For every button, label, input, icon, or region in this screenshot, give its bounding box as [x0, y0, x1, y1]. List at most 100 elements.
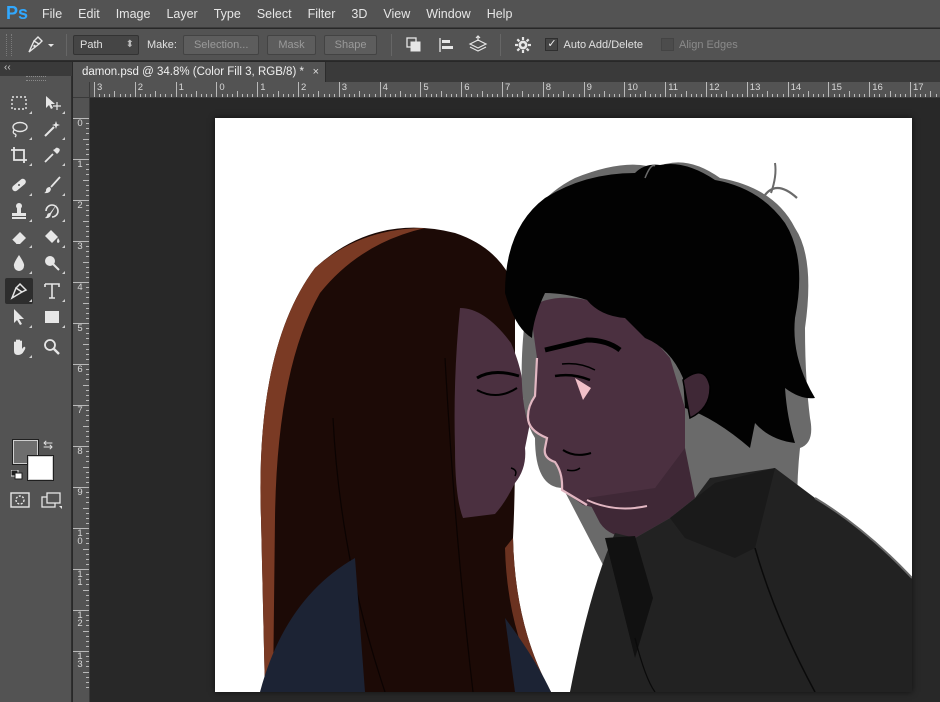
ruler-minor-tick — [86, 358, 89, 360]
ruler-minor-tick — [823, 94, 825, 97]
zoom-tool[interactable] — [38, 334, 66, 360]
document-canvas[interactable] — [215, 118, 912, 692]
rectangular-marquee-tool[interactable] — [5, 90, 33, 116]
make-shape-button[interactable]: Shape — [323, 34, 378, 55]
align-edges-checkbox[interactable] — [661, 38, 674, 51]
path-operations-button[interactable] — [402, 33, 426, 57]
ruler-minor-tick — [86, 661, 89, 663]
ruler-minor-tick — [481, 91, 483, 97]
menu-3d[interactable]: 3D — [343, 0, 375, 28]
move-tool[interactable] — [38, 90, 66, 116]
ruler-label: 6 — [77, 364, 83, 375]
ruler-minor-tick — [532, 94, 534, 97]
ruler-minor-tick — [721, 94, 723, 97]
crop-tool[interactable] — [5, 142, 33, 168]
magic-wand-tool[interactable] — [38, 116, 66, 142]
document-tab[interactable]: damon.psd @ 34.8% (Color Fill 3, RGB/8) … — [73, 62, 326, 82]
blur-tool[interactable] — [5, 250, 33, 276]
path-selection-tool[interactable] — [5, 304, 33, 330]
lasso-tool[interactable] — [5, 116, 33, 142]
ruler-minor-tick — [935, 94, 937, 97]
ruler-minor-tick — [930, 91, 932, 97]
ruler-minor-tick — [797, 94, 799, 97]
dodge-tool[interactable] — [38, 250, 66, 276]
tool-preset-picker[interactable] — [20, 33, 60, 57]
ruler-label: 9 — [586, 82, 592, 93]
make-mask-button[interactable]: Mask — [267, 34, 316, 55]
ruler-minor-tick — [86, 369, 89, 371]
ruler-minor-tick — [86, 579, 89, 581]
screen-mode-icon[interactable] — [41, 492, 63, 510]
ruler-minor-tick — [838, 94, 840, 97]
rectangle-tool-icon — [45, 311, 59, 323]
hand-tool[interactable] — [5, 334, 33, 360]
ruler-origin[interactable] — [73, 82, 90, 98]
menu-layer[interactable]: Layer — [158, 0, 205, 28]
quick-mask-icon[interactable] — [10, 492, 30, 508]
ruler-minor-tick — [190, 94, 192, 97]
ruler-label: 3 — [77, 241, 83, 252]
ruler-minor-tick — [711, 94, 713, 97]
pen-mode-select[interactable]: Path — [73, 34, 139, 55]
ruler-minor-tick — [547, 94, 549, 97]
menu-file[interactable]: File — [34, 0, 70, 28]
pen-tool[interactable] — [5, 278, 33, 304]
swap-colors-icon[interactable]: ⇆ — [43, 438, 53, 452]
ruler-minor-tick — [86, 297, 89, 299]
menu-edit[interactable]: Edit — [70, 0, 108, 28]
ruler-minor-tick — [86, 287, 89, 289]
ruler-major-tick — [583, 82, 585, 97]
type-tool[interactable] — [38, 278, 66, 304]
menu-image[interactable]: Image — [108, 0, 159, 28]
ruler-minor-tick — [634, 94, 636, 97]
ruler-minor-tick — [359, 91, 361, 97]
path-arrangement-button[interactable] — [466, 33, 490, 57]
paint-bucket-tool[interactable] — [38, 224, 66, 250]
options-separator — [391, 33, 393, 56]
eyedropper-tool[interactable] — [38, 142, 66, 168]
ruler-minor-tick — [86, 502, 89, 504]
ruler-minor-tick — [568, 94, 570, 97]
menu-view[interactable]: View — [375, 0, 418, 28]
path-alignment-button[interactable] — [434, 33, 458, 57]
ruler-minor-tick — [86, 476, 89, 478]
rectangle-tool[interactable] — [38, 304, 66, 330]
menu-select[interactable]: Select — [249, 0, 300, 28]
ruler-minor-tick — [639, 94, 641, 97]
collapse-toolbar-icon[interactable]: ‹‹ — [4, 62, 11, 73]
auto-add-delete-checkbox[interactable]: ✓ — [545, 38, 559, 51]
ruler-minor-tick — [777, 94, 779, 97]
ruler-minor-tick — [655, 94, 656, 97]
menu-type[interactable]: Type — [206, 0, 249, 28]
make-selection-button[interactable]: Selection... — [182, 34, 260, 55]
ruler-major-tick — [624, 82, 626, 97]
ruler-minor-tick — [185, 94, 187, 97]
ruler-minor-tick — [86, 451, 89, 453]
move-tool-icon — [46, 96, 61, 110]
ruler-minor-tick — [680, 94, 682, 97]
history-brush-tool[interactable] — [38, 198, 66, 224]
background-color-swatch[interactable] — [27, 455, 54, 481]
menu-help[interactable]: Help — [479, 0, 521, 28]
options-bar-grip[interactable] — [6, 33, 12, 56]
ruler-minor-tick — [86, 656, 89, 658]
ruler-label: 1 1 — [77, 569, 83, 588]
ruler-minor-tick — [86, 440, 89, 442]
spot-healing-brush-tool[interactable] — [5, 172, 33, 198]
toolbar-grip[interactable] — [26, 76, 46, 81]
default-colors-icon[interactable] — [11, 470, 23, 480]
geometry-options-button[interactable] — [511, 33, 535, 57]
clone-stamp-tool[interactable] — [5, 198, 33, 224]
vertical-ruler[interactable]: 0 1 2 3 4 5 6 7 8 9 1 0 1 1 1 2 1 3 — [73, 98, 90, 702]
brush-tool[interactable] — [38, 172, 66, 198]
ruler-minor-tick — [695, 94, 697, 97]
eraser-tool[interactable] — [5, 224, 33, 250]
ruler-minor-tick — [670, 94, 672, 97]
ruler-label: 9 — [77, 487, 83, 498]
tools-panel: ⇆ — [0, 76, 72, 702]
close-icon[interactable]: × — [313, 62, 319, 82]
menu-filter[interactable]: Filter — [300, 0, 344, 28]
horizontal-ruler[interactable]: 3 2 1 0 1 2 3 4 5 6 7 8 9 10 11 12 13 14 15 16 17 — [90, 82, 940, 98]
menu-window[interactable]: Window — [418, 0, 478, 28]
ruler-label: 0 — [219, 82, 225, 93]
